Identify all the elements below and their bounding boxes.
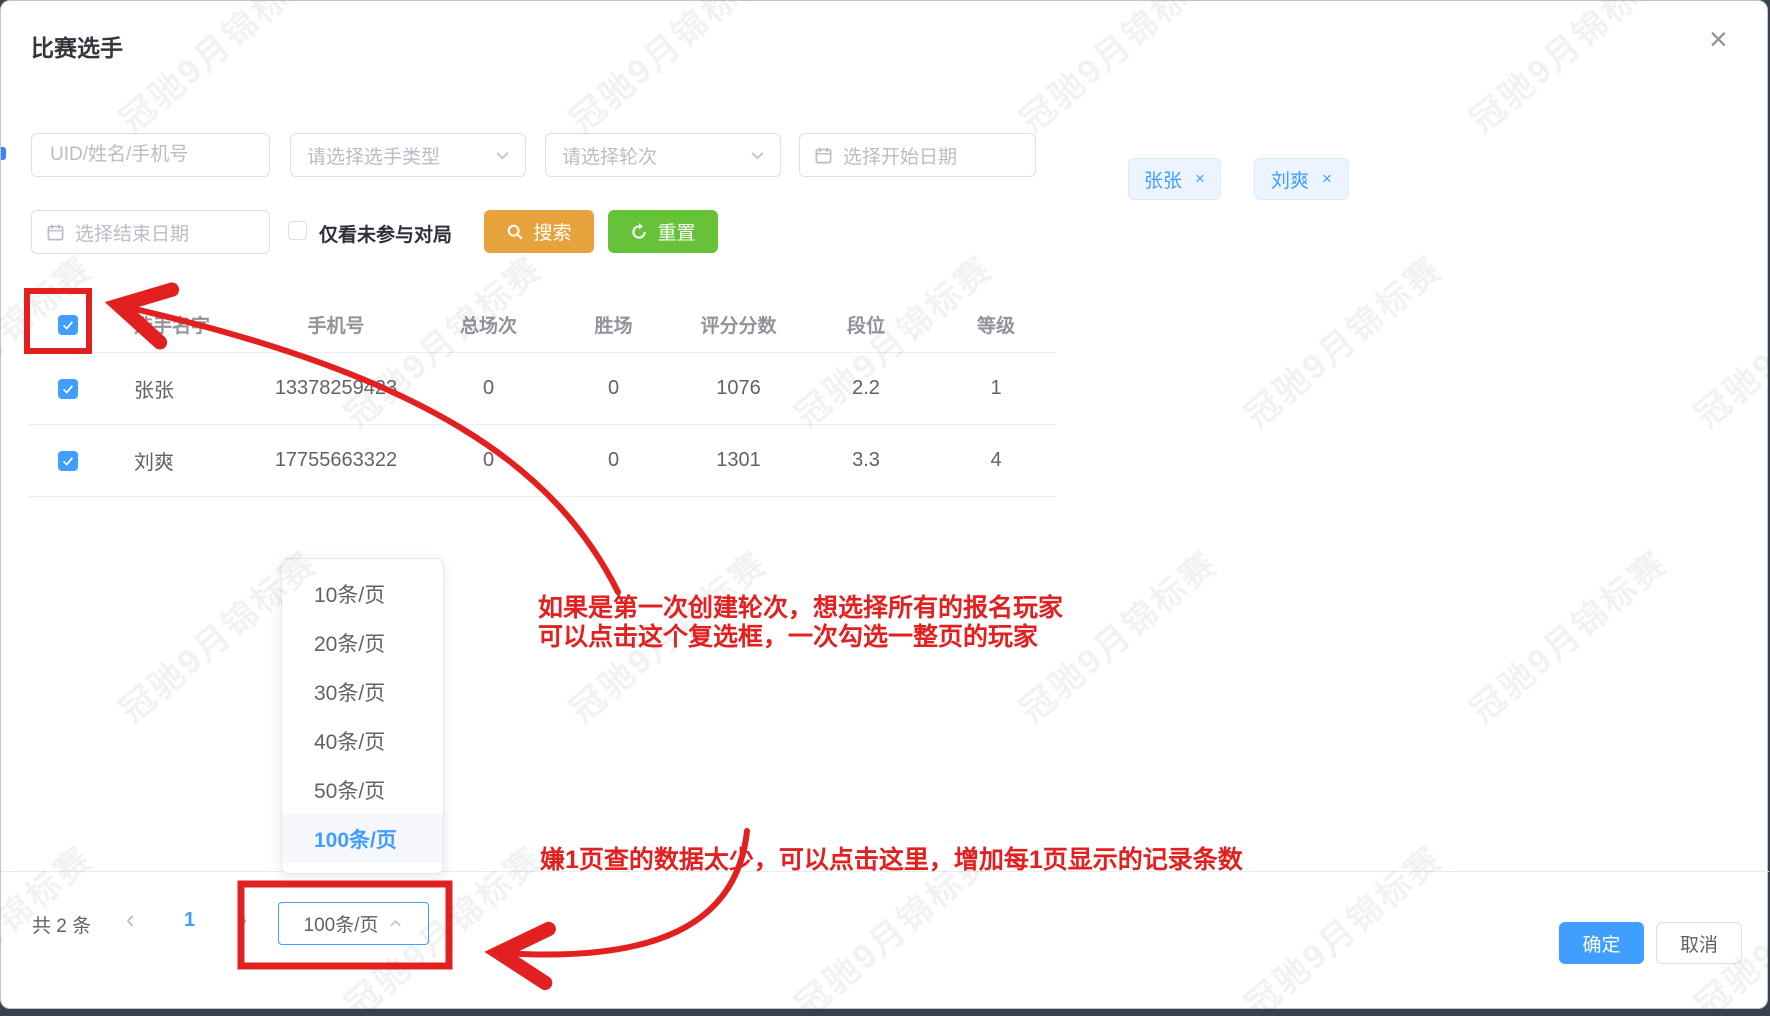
refresh-icon (630, 223, 648, 241)
cell-score: 1076 (681, 377, 796, 400)
selected-tag[interactable]: 刘爽 × (1254, 158, 1349, 200)
column-header-level: 等级 (936, 311, 1056, 338)
player-type-placeholder: 请选择选手类型 (291, 142, 494, 169)
cell-level: 1 (936, 377, 1056, 400)
search-icon (506, 223, 524, 241)
cell-total: 0 (431, 449, 546, 472)
check-icon (61, 318, 75, 332)
end-date-placeholder: 选择结束日期 (65, 219, 269, 246)
start-date-picker[interactable]: 选择开始日期 (799, 133, 1036, 177)
keyword-input-field[interactable] (32, 144, 269, 166)
cell-wins: 0 (546, 449, 681, 472)
end-date-picker[interactable]: 选择结束日期 (31, 210, 270, 254)
cell-level: 4 (936, 449, 1056, 472)
tag-label: 张张 (1144, 166, 1182, 193)
start-date-placeholder: 选择开始日期 (833, 142, 1035, 169)
cell-dan: 3.3 (796, 449, 936, 472)
table-row[interactable]: 张张 13378259423 0 0 1076 2.2 1 (29, 353, 1056, 425)
column-header-score: 评分分数 (681, 311, 796, 338)
only-unplayed-label: 仅看未参与对局 (319, 220, 452, 247)
row-checkbox[interactable] (58, 451, 78, 471)
cell-wins: 0 (546, 377, 681, 400)
search-button[interactable]: 搜索 (484, 210, 594, 253)
page-size-option-selected[interactable]: 100条/页 (282, 814, 443, 863)
round-placeholder: 请选择轮次 (546, 142, 749, 169)
dialog-title: 比赛选手 (31, 29, 123, 63)
cell-dan: 2.2 (796, 377, 936, 400)
check-icon (61, 454, 75, 468)
page-size-option[interactable]: 50条/页 (282, 765, 443, 814)
column-header-dan: 段位 (796, 311, 936, 338)
cell-phone: 17755663322 (241, 449, 431, 472)
calendar-icon (814, 146, 833, 165)
confirm-button[interactable]: 确定 (1559, 922, 1644, 964)
cell-score: 1301 (681, 449, 796, 472)
screen: 比赛选手 × 请选择选手类型 请选择轮次 选择开始日期 (0, 0, 1770, 1016)
page-size-option[interactable]: 30条/页 (282, 667, 443, 716)
tag-label: 刘爽 (1271, 166, 1309, 193)
footer-divider (1, 871, 1769, 872)
page-number[interactable]: 1 (184, 909, 195, 932)
search-button-label: 搜索 (533, 218, 571, 245)
column-header-name: 选手名字 (106, 311, 241, 338)
cell-name: 张张 (106, 374, 241, 403)
cancel-button-label: 取消 (1680, 930, 1718, 957)
players-dialog: 比赛选手 × 请选择选手类型 请选择轮次 选择开始日期 (0, 0, 1768, 1009)
cell-phone: 13378259423 (241, 377, 431, 400)
close-icon[interactable]: × (1709, 23, 1728, 55)
column-header-phone: 手机号 (241, 311, 431, 338)
page-size-option[interactable]: 10条/页 (282, 569, 443, 618)
select-all-checkbox[interactable] (58, 315, 78, 335)
round-select[interactable]: 请选择轮次 (545, 133, 781, 177)
prev-page-button[interactable]: ‹ (126, 904, 135, 935)
table-header: 选手名字 手机号 总场次 胜场 评分分数 段位 等级 (29, 297, 1056, 353)
page-size-value: 100条/页 (304, 910, 389, 937)
cell-name: 刘爽 (106, 446, 241, 475)
player-type-select[interactable]: 请选择选手类型 (290, 133, 526, 177)
only-unplayed-checkbox[interactable] (288, 221, 307, 240)
page-size-select[interactable]: 100条/页 (278, 902, 429, 945)
pagination-total: 共 2 条 (32, 911, 91, 938)
selected-tag[interactable]: 张张 × (1128, 158, 1221, 200)
tag-close-icon[interactable]: × (1195, 169, 1205, 189)
chevron-up-icon (388, 916, 403, 931)
page-size-option[interactable]: 40条/页 (282, 716, 443, 765)
page-size-menu: 10条/页 20条/页 30条/页 40条/页 50条/页 100条/页 (281, 558, 444, 874)
check-icon (61, 382, 75, 396)
row-checkbox[interactable] (58, 379, 78, 399)
table-row[interactable]: 刘爽 17755663322 0 0 1301 3.3 4 (29, 425, 1056, 497)
chevron-down-icon (494, 147, 511, 164)
page-size-option[interactable]: 20条/页 (282, 618, 443, 667)
chevron-down-icon (749, 147, 766, 164)
background-peek (1, 147, 6, 160)
reset-button[interactable]: 重置 (608, 210, 718, 253)
tag-close-icon[interactable]: × (1322, 169, 1332, 189)
calendar-icon (46, 223, 65, 242)
confirm-button-label: 确定 (1582, 930, 1620, 957)
cancel-button[interactable]: 取消 (1656, 922, 1742, 964)
next-page-button[interactable]: › (239, 904, 248, 935)
keyword-input[interactable] (31, 133, 270, 177)
cell-total: 0 (431, 377, 546, 400)
column-header-wins: 胜场 (546, 311, 681, 338)
column-header-total: 总场次 (431, 311, 546, 338)
reset-button-label: 重置 (657, 218, 695, 245)
